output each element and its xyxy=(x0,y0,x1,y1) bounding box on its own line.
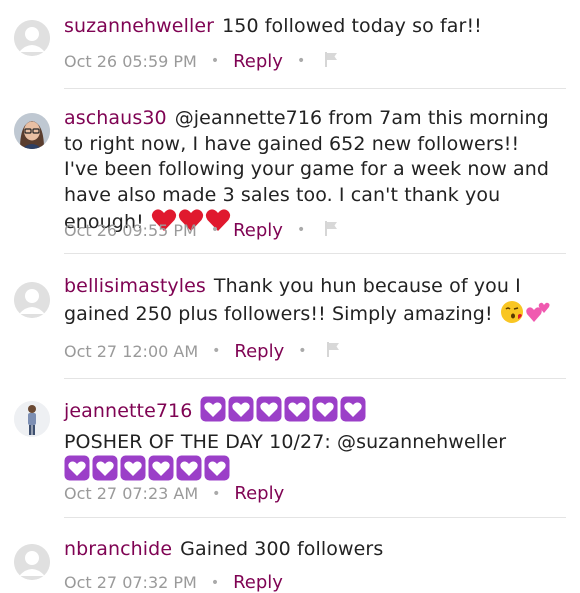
comment-text: POSHER OF THE DAY 10/27: @suzannehweller xyxy=(64,430,507,453)
avatar[interactable] xyxy=(14,282,50,318)
username-link[interactable]: nbranchide xyxy=(64,538,172,560)
default-avatar-icon xyxy=(14,282,50,318)
separator-dot: • xyxy=(296,222,306,238)
comment-body: bellisimastyles Thank you hun because of … xyxy=(64,274,556,331)
comment-meta: Oct 26 09:55 PM • Reply • xyxy=(64,219,341,241)
comment-item: bellisimastyles Thank you hun because of … xyxy=(0,254,580,378)
reply-button[interactable]: Reply xyxy=(233,51,283,72)
username-link[interactable]: bellisimastyles xyxy=(64,275,206,297)
separator-dot: • xyxy=(210,574,220,591)
separator-dot: • xyxy=(296,53,306,69)
avatar[interactable] xyxy=(14,20,50,56)
avatar[interactable] xyxy=(14,544,50,580)
timestamp: Oct 27 12:00 AM xyxy=(64,341,199,361)
avatar[interactable] xyxy=(14,401,50,437)
separator-dot: • xyxy=(210,53,220,69)
timestamp: Oct 27 07:32 PM xyxy=(64,573,197,592)
flag-icon[interactable] xyxy=(323,50,341,72)
comment-body: jeannette716 POSHER OF THE DAY 10/27: @s… xyxy=(64,396,556,489)
comment-body: nbranchide Gained 300 followers xyxy=(64,537,556,563)
comment-meta: Oct 27 07:23 AM • Reply xyxy=(64,483,284,504)
timestamp: Oct 26 05:59 PM xyxy=(64,51,197,71)
photo-avatar-woman-glasses-icon xyxy=(14,113,50,149)
heart-decoration-icon xyxy=(284,396,310,430)
default-avatar-icon xyxy=(14,544,50,580)
heart-decoration-icon xyxy=(228,396,254,430)
reply-button[interactable]: Reply xyxy=(234,341,284,362)
comment-item: aschaus30 @jeannette716 from 7am this mor… xyxy=(0,89,580,253)
separator-dot: • xyxy=(298,343,307,359)
separator-dot: • xyxy=(212,485,221,502)
username-link[interactable]: suzannehweller xyxy=(64,15,214,37)
two-hearts-icon xyxy=(525,300,551,332)
flag-icon[interactable] xyxy=(323,219,341,241)
separator-dot: • xyxy=(212,343,221,359)
comment-item: jeannette716 POSHER OF THE DAY 10/27: @s… xyxy=(0,379,580,517)
comment-meta: Oct 26 05:59 PM • Reply • xyxy=(64,50,341,72)
reply-button[interactable]: Reply xyxy=(234,483,284,504)
heart-decoration-icon xyxy=(256,396,282,430)
separator-dot: • xyxy=(210,222,220,238)
flag-icon[interactable] xyxy=(325,340,343,362)
kissing-face-icon xyxy=(500,300,524,332)
avatar[interactable] xyxy=(14,113,50,149)
reply-button[interactable]: Reply xyxy=(233,220,283,241)
comment-meta: Oct 27 07:32 PM • Reply xyxy=(64,572,283,593)
photo-avatar-woman-standing-icon xyxy=(14,401,50,437)
username-link[interactable]: aschaus30 xyxy=(64,107,167,129)
comment-item: nbranchide Gained 300 followers Oct 27 07… xyxy=(0,518,580,593)
heart-decoration-icon xyxy=(200,396,226,430)
comment-text: 150 followed today so far!! xyxy=(222,15,482,37)
comment-meta: Oct 27 12:00 AM • Reply • xyxy=(64,340,343,362)
reply-button[interactable]: Reply xyxy=(233,572,283,593)
comment-item: suzannehweller 150 followed today so far!… xyxy=(0,0,580,88)
heart-decoration-icon xyxy=(340,396,366,430)
username-link[interactable]: jeannette716 xyxy=(64,400,192,422)
comment-text: Gained 300 followers xyxy=(180,538,384,560)
default-avatar-icon xyxy=(14,20,50,56)
timestamp: Oct 26 09:55 PM xyxy=(64,220,197,240)
comment-body: suzannehweller 150 followed today so far!… xyxy=(64,14,556,40)
timestamp: Oct 27 07:23 AM xyxy=(64,484,199,503)
heart-decoration-icon xyxy=(312,396,338,430)
